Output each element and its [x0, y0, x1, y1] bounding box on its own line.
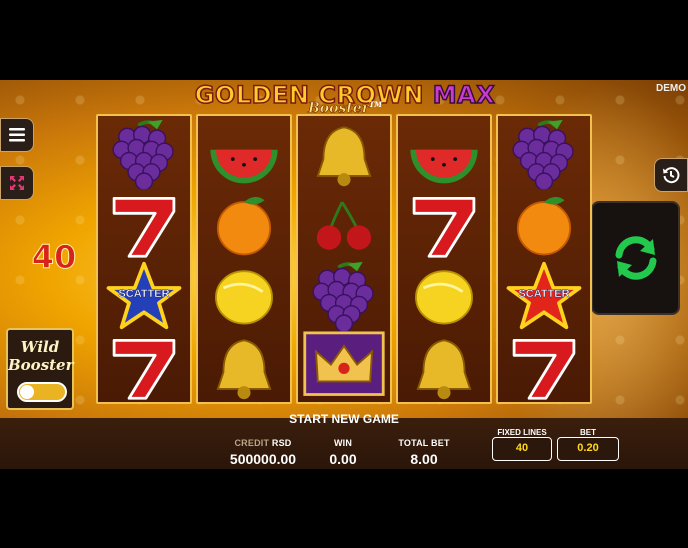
reel-1-symbol-seven [98, 189, 190, 260]
win-value: 0.00 [329, 451, 357, 467]
history-icon [663, 167, 680, 184]
reel-3-symbol-grapes [298, 260, 390, 331]
spin-button[interactable] [591, 201, 680, 315]
reel-1: SCATTER [96, 114, 192, 404]
reel-5: SCATTER [496, 114, 592, 404]
bell-symbol-icon [316, 126, 372, 187]
title-max: MAX [432, 80, 496, 110]
fixed-lines-label: FIXED LINES [497, 428, 547, 437]
win-stat: WIN 0.00 [318, 438, 368, 467]
orange-symbol-icon [516, 196, 572, 256]
bet-field[interactable]: 0.20 [557, 437, 619, 461]
total-bet-stat: TOTAL BET 8.00 [392, 438, 456, 467]
seven-symbol-icon [512, 338, 576, 400]
menu-icon [9, 128, 25, 142]
reel-5-symbol-scatter: SCATTER [498, 260, 590, 331]
lemon-symbol-icon [415, 270, 473, 325]
reel-4-symbol-watermelon [398, 118, 490, 189]
scatter-label: SCATTER [118, 288, 170, 300]
menu-button[interactable] [0, 118, 34, 152]
fullscreen-button[interactable] [0, 166, 34, 200]
reel-2-symbol-watermelon [198, 118, 290, 189]
seven-symbol-icon [412, 196, 476, 258]
reel-grid: SCATTER SCATTER [96, 114, 594, 404]
history-button[interactable] [654, 158, 688, 192]
reel-5-symbol-seven [498, 331, 590, 402]
orange-symbol-icon [216, 196, 272, 256]
grapes-symbol-icon [312, 261, 374, 331]
seven-symbol-icon [112, 338, 176, 400]
win-label: WIN [333, 438, 353, 448]
watermelon-symbol-icon [410, 149, 478, 184]
credit-label-text: CREDIT [234, 438, 270, 448]
spin-icon [615, 236, 656, 280]
grapes-symbol-icon [512, 119, 574, 189]
credit-label: CREDIT RSD [226, 438, 300, 448]
reel-1-symbol-scatter: SCATTER [98, 260, 190, 331]
credit-value: 500000.00 [229, 451, 297, 467]
crown-symbol-icon [303, 331, 385, 396]
reel-2 [196, 114, 292, 404]
trademark: TM [369, 100, 383, 109]
demo-badge: DEMO [656, 83, 686, 94]
wild-booster-panel: Wild Booster [6, 328, 74, 410]
reel-4-symbol-bell [398, 331, 490, 402]
scatter-label: SCATTER [518, 288, 570, 300]
total-bet-value: 8.00 [410, 451, 438, 467]
grapes-symbol-icon [112, 119, 174, 189]
fixed-lines-field[interactable]: 40 [492, 437, 552, 461]
total-bet-label: TOTAL BET [398, 438, 450, 448]
wild-booster-label-line2: Booster [8, 356, 74, 374]
reel-5-symbol-grapes [498, 118, 590, 189]
reel-4-symbol-lemon [398, 260, 490, 331]
seven-symbol-icon [112, 196, 176, 258]
reel-3-symbol-bell [298, 118, 390, 189]
fullscreen-icon [10, 176, 24, 190]
bet-label: BET [580, 428, 596, 437]
bell-symbol-icon [216, 339, 272, 400]
wild-booster-label: Wild Booster [8, 338, 74, 374]
cherry-symbol-icon [316, 201, 372, 250]
reel-2-symbol-lemon [198, 260, 290, 331]
toggle-knob [20, 385, 34, 399]
reel-1-symbol-seven [98, 331, 190, 402]
reel-2-symbol-bell [198, 331, 290, 402]
status-message: START NEW GAME [289, 412, 399, 426]
reel-3 [296, 114, 392, 404]
wild-booster-label-line1: Wild [20, 338, 60, 356]
watermelon-symbol-icon [210, 149, 278, 184]
lemon-symbol-icon [215, 270, 273, 325]
reel-4-symbol-seven [398, 189, 490, 260]
currency-label: RSD [271, 438, 292, 448]
letterbox-top [0, 0, 688, 80]
lines-count: 40 [31, 238, 77, 277]
reel-1-symbol-grapes [98, 118, 190, 189]
reel-5-symbol-orange [498, 189, 590, 260]
wild-booster-toggle[interactable] [17, 382, 67, 402]
bell-symbol-icon [416, 339, 472, 400]
reel-4 [396, 114, 492, 404]
reel-2-symbol-orange [198, 189, 290, 260]
reel-3-symbol-cherry [298, 189, 390, 260]
letterbox-bottom [0, 469, 688, 548]
reel-3-symbol-crown [298, 331, 390, 402]
credit-stat: CREDIT RSD 500000.00 [226, 438, 300, 467]
